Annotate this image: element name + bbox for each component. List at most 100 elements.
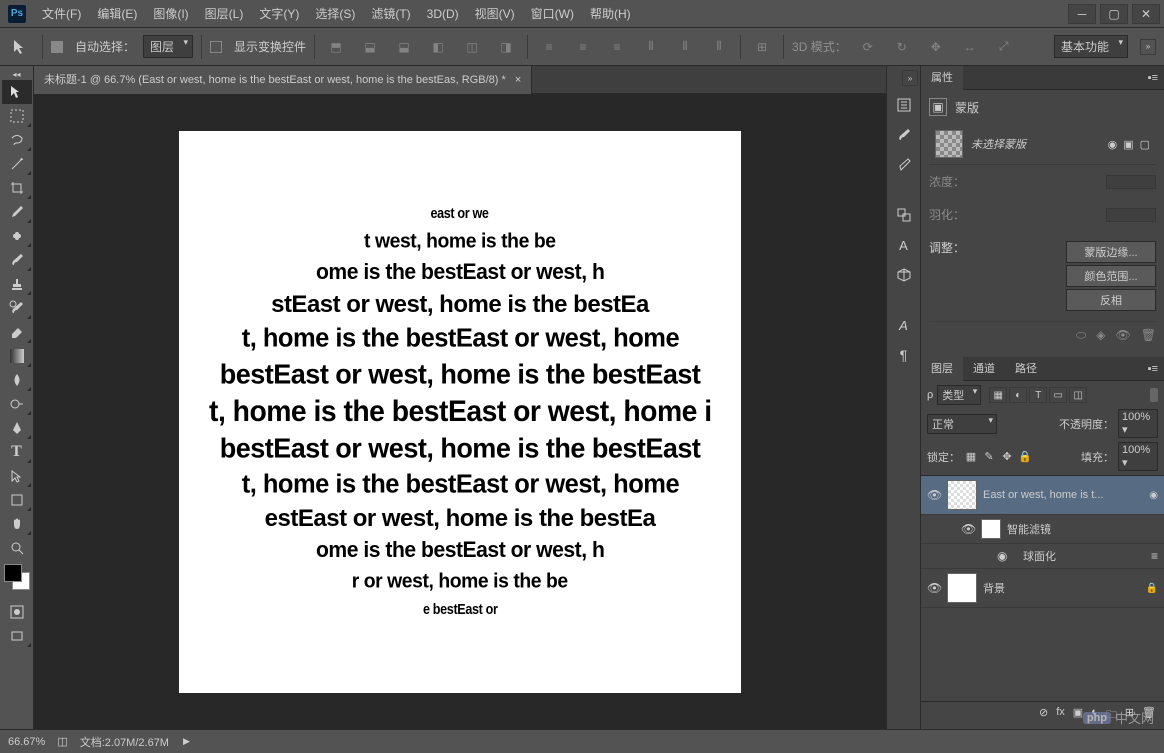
paths-tab[interactable]: 路径 [1005,357,1047,381]
path-select-tool[interactable] [2,464,32,488]
crop-tool[interactable] [2,176,32,200]
layer-thumbnail[interactable] [981,519,1001,539]
move-tool-icon[interactable] [8,34,34,60]
fill-input[interactable]: 100% ▾ [1118,442,1158,471]
menu-item-2[interactable]: 图像(I) [145,0,196,28]
mask-edge-button[interactable]: 蒙版边缘... [1066,241,1156,263]
layer-filter-dropdown[interactable]: 类型 [937,385,981,405]
visibility-icon[interactable]: 👁 [927,488,941,502]
expand-column-button[interactable]: » [902,70,918,86]
menu-item-0[interactable]: 文件(F) [34,0,89,28]
eyedropper-tool[interactable] [2,200,32,224]
layer-style-icon[interactable]: fx [1056,706,1065,725]
filter-shape-icon[interactable]: ▭ [1049,387,1067,403]
layer-thumbnail[interactable] [947,573,977,603]
magic-wand-tool[interactable] [2,152,32,176]
menu-item-7[interactable]: 3D(D) [419,0,467,28]
text-tool[interactable]: T [2,440,32,464]
pixel-mask-icon[interactable]: ◉ [1108,138,1118,151]
stamp-tool[interactable] [2,272,32,296]
healing-tool[interactable] [2,224,32,248]
lock-all-icon[interactable]: 🔒 [1018,450,1032,464]
filter-toggle[interactable] [1150,388,1158,402]
color-swatches[interactable] [0,560,33,600]
visibility-icon[interactable]: 👁 [927,581,941,595]
filter-text-icon[interactable]: T [1029,387,1047,403]
layer-row[interactable]: 👁 智能滤镜 [921,515,1164,544]
3d-panel-icon[interactable] [892,264,916,286]
screen-mode-tool[interactable] [2,624,32,648]
panel-menu-icon[interactable]: ▪≡ [1142,72,1164,84]
collapse-panels-button[interactable]: » [1140,39,1156,55]
lock-transparency-icon[interactable]: ▦ [964,450,978,464]
layer-row[interactable]: ◉球面化≡ [921,544,1164,569]
lock-pixels-icon[interactable]: ✎ [982,450,996,464]
layer-thumbnail[interactable] [947,480,977,510]
auto-select-dropdown[interactable]: 图层 [143,35,193,58]
paragraph-panel-icon[interactable]: ¶ [892,344,916,366]
menu-item-9[interactable]: 窗口(W) [523,0,582,28]
zoom-level[interactable]: 66.67% [8,736,45,748]
marquee-tool[interactable] [2,104,32,128]
clone-source-icon[interactable] [892,204,916,226]
layer-row[interactable]: 👁背景🔒 [921,569,1164,608]
lasso-tool[interactable] [2,128,32,152]
character-styles-icon[interactable]: A [892,314,916,336]
menu-item-6[interactable]: 滤镜(T) [363,0,418,28]
blend-mode-dropdown[interactable]: 正常 [927,414,997,434]
add-mask-icon[interactable]: ▣ [1073,706,1083,725]
mask-mode-icon[interactable]: ▣ [929,98,947,116]
invert-button[interactable]: 反相 [1066,289,1156,311]
quick-mask-tool[interactable] [2,600,32,624]
blur-tool[interactable] [2,368,32,392]
menu-item-5[interactable]: 选择(S) [307,0,363,28]
layer-row[interactable]: 👁East or west, home is t...◉ [921,476,1164,515]
layer-name[interactable]: 球面化 [1023,548,1145,564]
layer-panel-menu-icon[interactable]: ▪≡ [1142,363,1164,375]
menu-item-10[interactable]: 帮助(H) [582,0,639,28]
opacity-input[interactable]: 100% ▾ [1118,409,1158,438]
layer-name[interactable]: East or west, home is t... [983,489,1143,501]
auto-select-checkbox[interactable] [51,41,63,53]
minimize-button[interactable]: ─ [1068,4,1096,24]
document-tab[interactable]: 未标题-1 @ 66.7% (East or west, home is the… [34,66,532,94]
lock-position-icon[interactable]: ✥ [1000,450,1014,464]
close-tab-icon[interactable]: × [515,74,521,86]
dodge-tool[interactable] [2,392,32,416]
layer-name[interactable]: 背景 [983,580,1140,596]
brushes-panel-icon[interactable] [892,124,916,146]
filter-pixel-icon[interactable]: ▦ [989,387,1007,403]
canvas[interactable]: east or wet west, home is the beome is t… [179,131,741,693]
properties-tab[interactable]: 属性 [921,66,963,90]
filter-settings-icon[interactable]: ≡ [1151,549,1158,563]
layer-name[interactable]: 智能滤镜 [1007,521,1158,537]
visibility-icon[interactable]: 👁 [961,522,975,536]
layers-tab[interactable]: 图层 [921,357,963,381]
gradient-tool[interactable] [2,344,32,368]
color-range-button[interactable]: 颜色范围... [1066,265,1156,287]
link-layers-icon[interactable]: ⊘ [1039,706,1048,725]
doc-info[interactable]: 文档:2.07M/2.67M [80,734,169,750]
menu-item-4[interactable]: 文字(Y) [251,0,307,28]
character-panel-icon[interactable]: A [892,234,916,256]
pen-tool[interactable] [2,416,32,440]
add-pixel-mask-icon[interactable]: ▣ [1123,138,1133,151]
filter-adjust-icon[interactable]: ◐ [1009,387,1027,403]
brush-tool[interactable] [2,248,32,272]
menu-item-3[interactable]: 图层(L) [197,0,252,28]
brush-presets-icon[interactable] [892,154,916,176]
channels-tab[interactable]: 通道 [963,357,1005,381]
zoom-tool[interactable] [2,536,32,560]
menu-item-1[interactable]: 编辑(E) [89,0,145,28]
doc-info-menu-icon[interactable]: ▶ [183,736,190,747]
move-tool[interactable] [2,80,32,104]
eraser-tool[interactable] [2,320,32,344]
show-transform-checkbox[interactable] [210,41,222,53]
foreground-color[interactable] [4,564,22,582]
zoom-scrubber-icon[interactable]: ◫ [57,735,67,748]
history-panel-icon[interactable] [892,94,916,116]
toolbox-collapse[interactable]: ◂◂ [0,68,33,80]
hand-tool[interactable] [2,512,32,536]
close-button[interactable]: ✕ [1132,4,1160,24]
shape-tool[interactable] [2,488,32,512]
